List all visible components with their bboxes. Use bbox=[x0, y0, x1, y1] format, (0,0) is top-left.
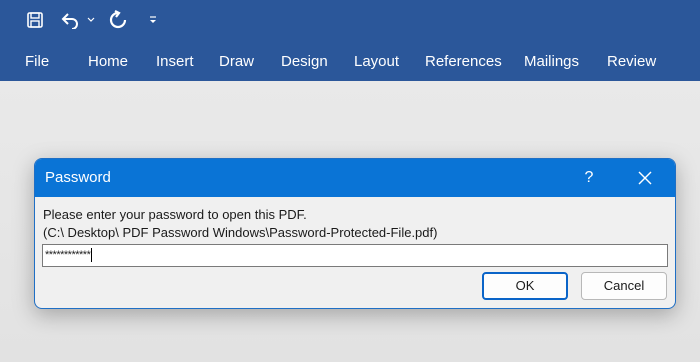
text-caret bbox=[91, 248, 93, 263]
tab-references[interactable]: References bbox=[425, 52, 502, 72]
ribbon: File Home Insert Draw Design Layout Refe… bbox=[0, 0, 700, 81]
chevron-down-icon[interactable] bbox=[84, 8, 98, 32]
ok-button[interactable]: OK bbox=[482, 272, 568, 300]
save-icon[interactable] bbox=[24, 8, 46, 32]
dialog-titlebar: Password ? bbox=[35, 159, 675, 197]
tab-insert[interactable]: Insert bbox=[156, 52, 194, 72]
tab-design[interactable]: Design bbox=[281, 52, 328, 72]
cancel-button[interactable]: Cancel bbox=[581, 272, 667, 300]
redo-icon[interactable] bbox=[106, 8, 130, 32]
tab-review[interactable]: Review bbox=[607, 52, 656, 72]
password-dialog: Password ? Please enter your password to… bbox=[34, 158, 676, 309]
tab-draw[interactable]: Draw bbox=[219, 52, 254, 72]
file-path: (C:\ Desktop\ PDF Password Windows\Passw… bbox=[43, 225, 438, 240]
help-button[interactable]: ? bbox=[578, 166, 600, 190]
undo-icon[interactable] bbox=[58, 8, 82, 32]
tab-mailings[interactable]: Mailings bbox=[524, 52, 579, 72]
dialog-title: Password bbox=[45, 169, 111, 186]
quick-access-toolbar bbox=[0, 0, 700, 40]
close-icon[interactable] bbox=[630, 165, 660, 191]
tab-file[interactable]: File bbox=[25, 52, 49, 72]
tab-home[interactable]: Home bbox=[88, 52, 128, 72]
dialog-message: Please enter your password to open this … bbox=[43, 207, 307, 222]
password-value: ************ bbox=[45, 249, 91, 261]
customize-icon[interactable] bbox=[146, 8, 160, 32]
tab-layout[interactable]: Layout bbox=[354, 52, 399, 72]
ribbon-tabs: File Home Insert Draw Design Layout Refe… bbox=[0, 44, 700, 80]
password-input[interactable]: ************ bbox=[42, 244, 668, 267]
